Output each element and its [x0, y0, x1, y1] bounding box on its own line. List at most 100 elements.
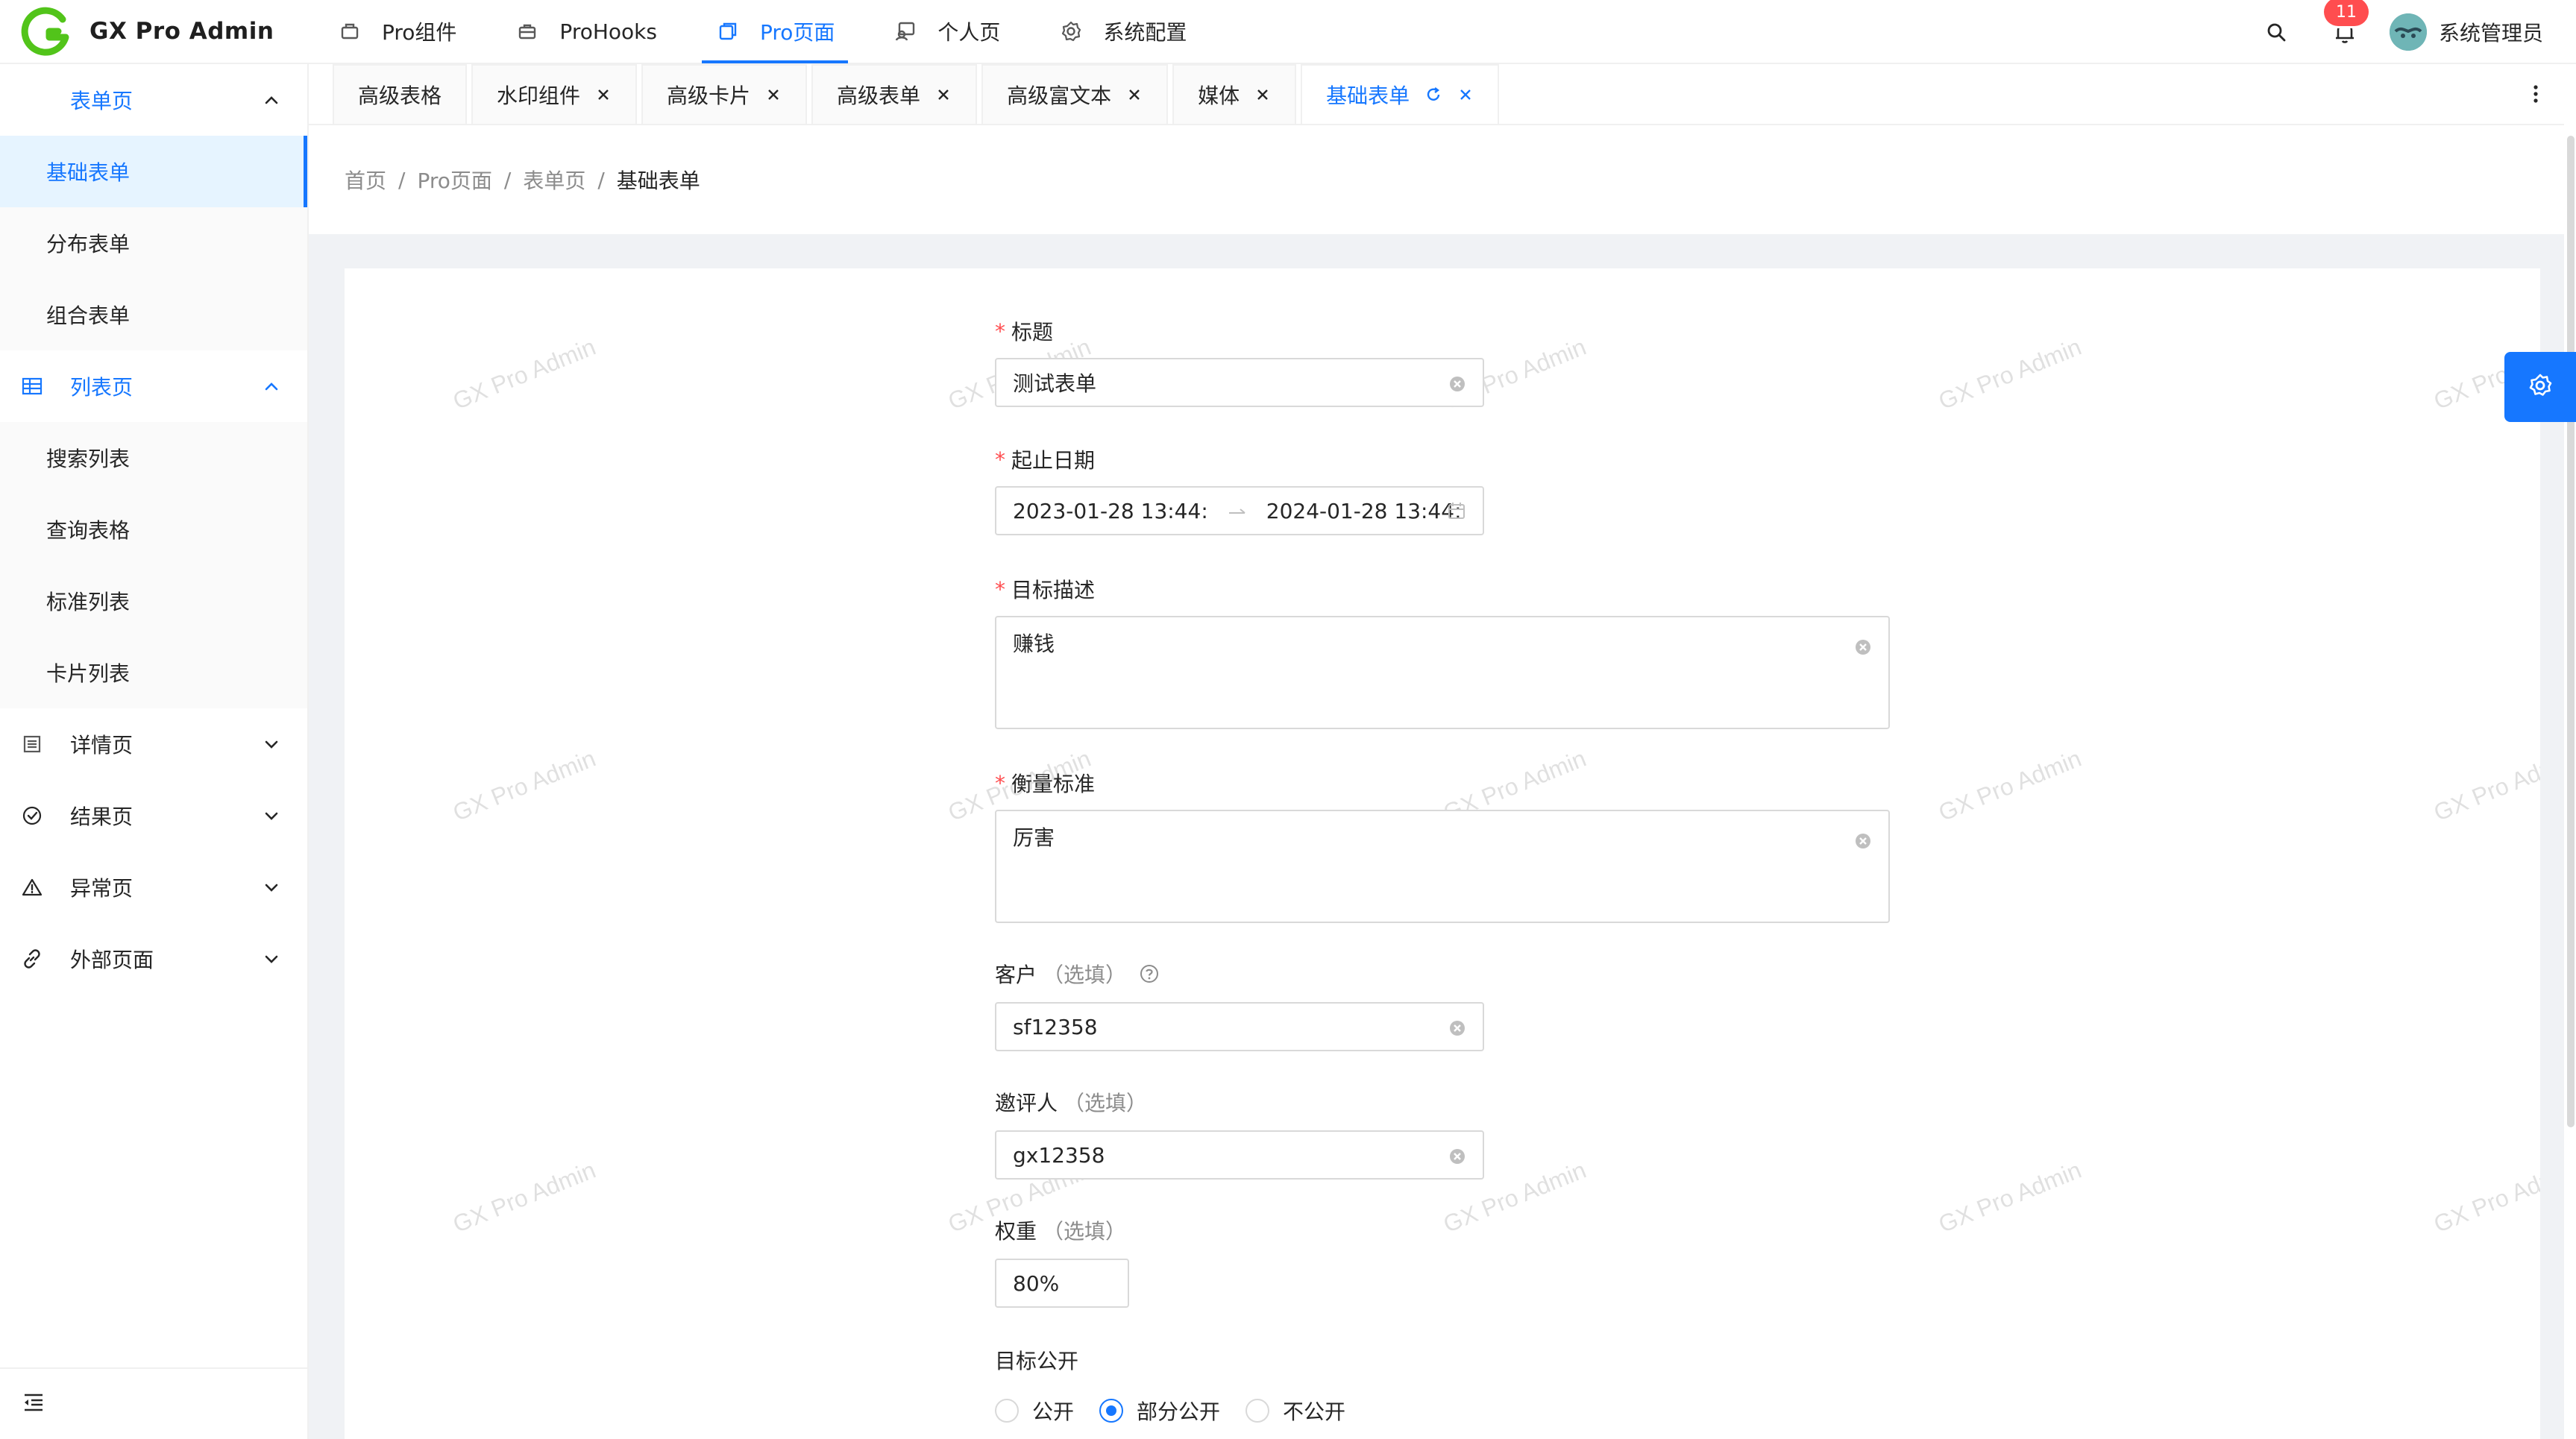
sidebar-item-combined-form[interactable]: 组合表单	[0, 279, 307, 350]
breadcrumb-separator: /	[597, 167, 605, 192]
topnav-pro-components[interactable]: Pro组件	[309, 0, 486, 63]
tab-rich-text[interactable]: 高级富文本	[981, 64, 1169, 124]
optional-hint: （选填）	[1064, 1091, 1148, 1115]
form-label-text: 衡量标准	[1011, 772, 1096, 796]
invitee-input[interactable]: gx12358	[995, 1130, 1484, 1180]
sidebar-group-result-pages[interactable]: 结果页	[0, 780, 307, 851]
sidebar-group-external-pages[interactable]: 外部页面	[0, 923, 307, 995]
form-label-client: 客户 （选填）	[995, 959, 1160, 989]
radio-private[interactable]: 不公开	[1245, 1396, 1345, 1426]
tabs-bar: 高级表格 水印组件 高级卡片 高级表单 高级富文本 媒体 基础表单	[309, 64, 2564, 125]
sidebar-group-form-pages[interactable]: 表单页	[0, 64, 307, 136]
form-label-text: 目标公开	[995, 1349, 1079, 1373]
tab-advanced-table[interactable]: 高级表格	[333, 64, 468, 124]
radio-circle[interactable]	[1245, 1399, 1270, 1423]
radio-circle[interactable]	[1099, 1399, 1124, 1423]
tab-media[interactable]: 媒体	[1172, 64, 1297, 124]
reload-icon[interactable]	[1424, 86, 1442, 104]
form-item-weight: 权重 （选填）	[995, 1215, 1126, 1245]
form-item-title: * 标题	[995, 316, 1053, 346]
sidebar-group-detail-pages[interactable]: 详情页	[0, 708, 307, 780]
close-icon[interactable]	[935, 86, 952, 103]
close-icon[interactable]	[765, 86, 782, 103]
tab-label: 高级富文本	[1007, 84, 1112, 108]
weight-input[interactable]: 80%	[995, 1259, 1129, 1308]
scrollbar-thumb[interactable]	[2567, 136, 2575, 1127]
form-label-weight: 权重 （选填）	[995, 1215, 1126, 1245]
sidebar-item-label: 标准列表	[46, 590, 131, 614]
topnav-system-config[interactable]: 系统配置	[1030, 0, 1216, 63]
breadcrumb-form-pages[interactable]: 表单页	[523, 165, 585, 195]
form-label-text: 邀评人	[995, 1091, 1058, 1115]
date-range-picker[interactable]: 2023-01-28 13:44: 2024-01-28 13:44:	[995, 486, 1484, 535]
sidebar-group-list-pages[interactable]: 列表页	[0, 350, 307, 422]
theme-setting-button[interactable]	[2504, 352, 2576, 422]
watermark-text: GX Pro Admin	[449, 333, 600, 415]
more-vertical-icon[interactable]	[2522, 81, 2549, 107]
arrow-right-icon	[1228, 499, 1247, 523]
sidebar-item-standard-list[interactable]: 标准列表	[0, 565, 307, 637]
topnav-pro-pages[interactable]: Pro页面	[687, 0, 864, 63]
settings-icon	[2528, 373, 2553, 401]
form-item-invitee: 邀评人 （选填）	[995, 1087, 1147, 1117]
sidebar-collapse-button[interactable]	[0, 1367, 307, 1439]
sidebar-item-query-table[interactable]: 查询表格	[0, 494, 307, 565]
close-icon[interactable]	[1126, 86, 1143, 103]
watermark-text: GX Pro Admin	[1935, 744, 2085, 827]
form-label-goal: * 目标描述	[995, 574, 1095, 604]
sidebar-item-card-list[interactable]: 卡片列表	[0, 637, 307, 708]
clear-icon[interactable]	[1448, 1146, 1466, 1164]
clear-icon[interactable]	[1448, 374, 1466, 391]
client-input[interactable]: sf12358	[995, 1002, 1484, 1051]
clear-icon[interactable]	[1448, 1018, 1466, 1036]
sidebar-item-search-list[interactable]: 搜索列表	[0, 422, 307, 494]
clear-icon[interactable]	[1854, 831, 1872, 848]
clear-icon[interactable]	[1854, 637, 1872, 655]
search-icon[interactable]	[2261, 17, 2291, 47]
question-circle-icon[interactable]	[1138, 963, 1160, 985]
breadcrumb-pro-pages[interactable]: Pro页面	[417, 165, 491, 195]
tab-label: 高级表单	[837, 84, 921, 108]
date-range-end[interactable]: 2024-01-28 13:44:	[1266, 499, 1462, 523]
sidebar-group-exception-pages[interactable]: 异常页	[0, 851, 307, 923]
watermark-text: GX Pro Admin	[2430, 744, 2540, 827]
radio-public[interactable]: 公开	[995, 1396, 1074, 1426]
standard-textarea[interactable]: 厉害	[995, 810, 1890, 923]
top-nav: Pro组件 ProHooks Pro页面 个人页 系统配置	[309, 0, 1216, 63]
title-input[interactable]: 测试表单	[995, 358, 1484, 407]
form-label-text: 权重	[995, 1219, 1037, 1244]
required-mark: *	[995, 318, 1005, 344]
close-icon[interactable]	[1457, 86, 1474, 103]
goal-textarea[interactable]: 赚钱	[995, 616, 1890, 729]
menu-fold-icon	[22, 1392, 45, 1416]
breadcrumb-home[interactable]: 首页	[345, 165, 386, 195]
date-range-start[interactable]: 2023-01-28 13:44:	[1013, 499, 1208, 523]
close-icon[interactable]	[1254, 86, 1271, 103]
user-menu[interactable]: 系统管理员	[2389, 13, 2543, 51]
sidebar-item-step-form[interactable]: 分布表单	[0, 207, 307, 279]
tab-basic-form[interactable]: 基础表单	[1301, 64, 1500, 124]
profile-icon	[21, 733, 43, 755]
header-actions: 11 系统管理员	[2261, 0, 2576, 64]
check-circle-icon	[21, 804, 43, 827]
tab-advanced-form[interactable]: 高级表单	[811, 64, 978, 124]
page-scrollbar[interactable]	[2564, 64, 2576, 1439]
form-item-public: 目标公开	[995, 1345, 1078, 1375]
sidebar-item-label: 基础表单	[46, 160, 131, 185]
notification-button[interactable]: 11	[2323, 0, 2369, 47]
radio-partial-public[interactable]: 部分公开	[1099, 1396, 1220, 1426]
watermark-text: GX Pro Admin	[2430, 1156, 2540, 1238]
tab-advanced-card[interactable]: 高级卡片	[641, 64, 808, 124]
tab-label: 媒体	[1198, 84, 1240, 108]
logo[interactable]: GX Pro Admin	[0, 0, 309, 63]
client-input-value: sf12358	[1013, 1014, 1098, 1039]
sidebar-item-basic-form[interactable]: 基础表单	[0, 136, 307, 207]
form-item-goal: * 目标描述	[995, 574, 1095, 604]
topnav-personal[interactable]: 个人页	[864, 0, 1030, 63]
radio-circle[interactable]	[995, 1399, 1019, 1423]
tab-watermark[interactable]: 水印组件	[471, 64, 638, 124]
topnav-prohooks[interactable]: ProHooks	[486, 0, 687, 63]
sidebar-group-label: 异常页	[70, 876, 133, 901]
close-icon[interactable]	[595, 86, 612, 103]
optional-hint: （选填）	[1043, 963, 1127, 987]
